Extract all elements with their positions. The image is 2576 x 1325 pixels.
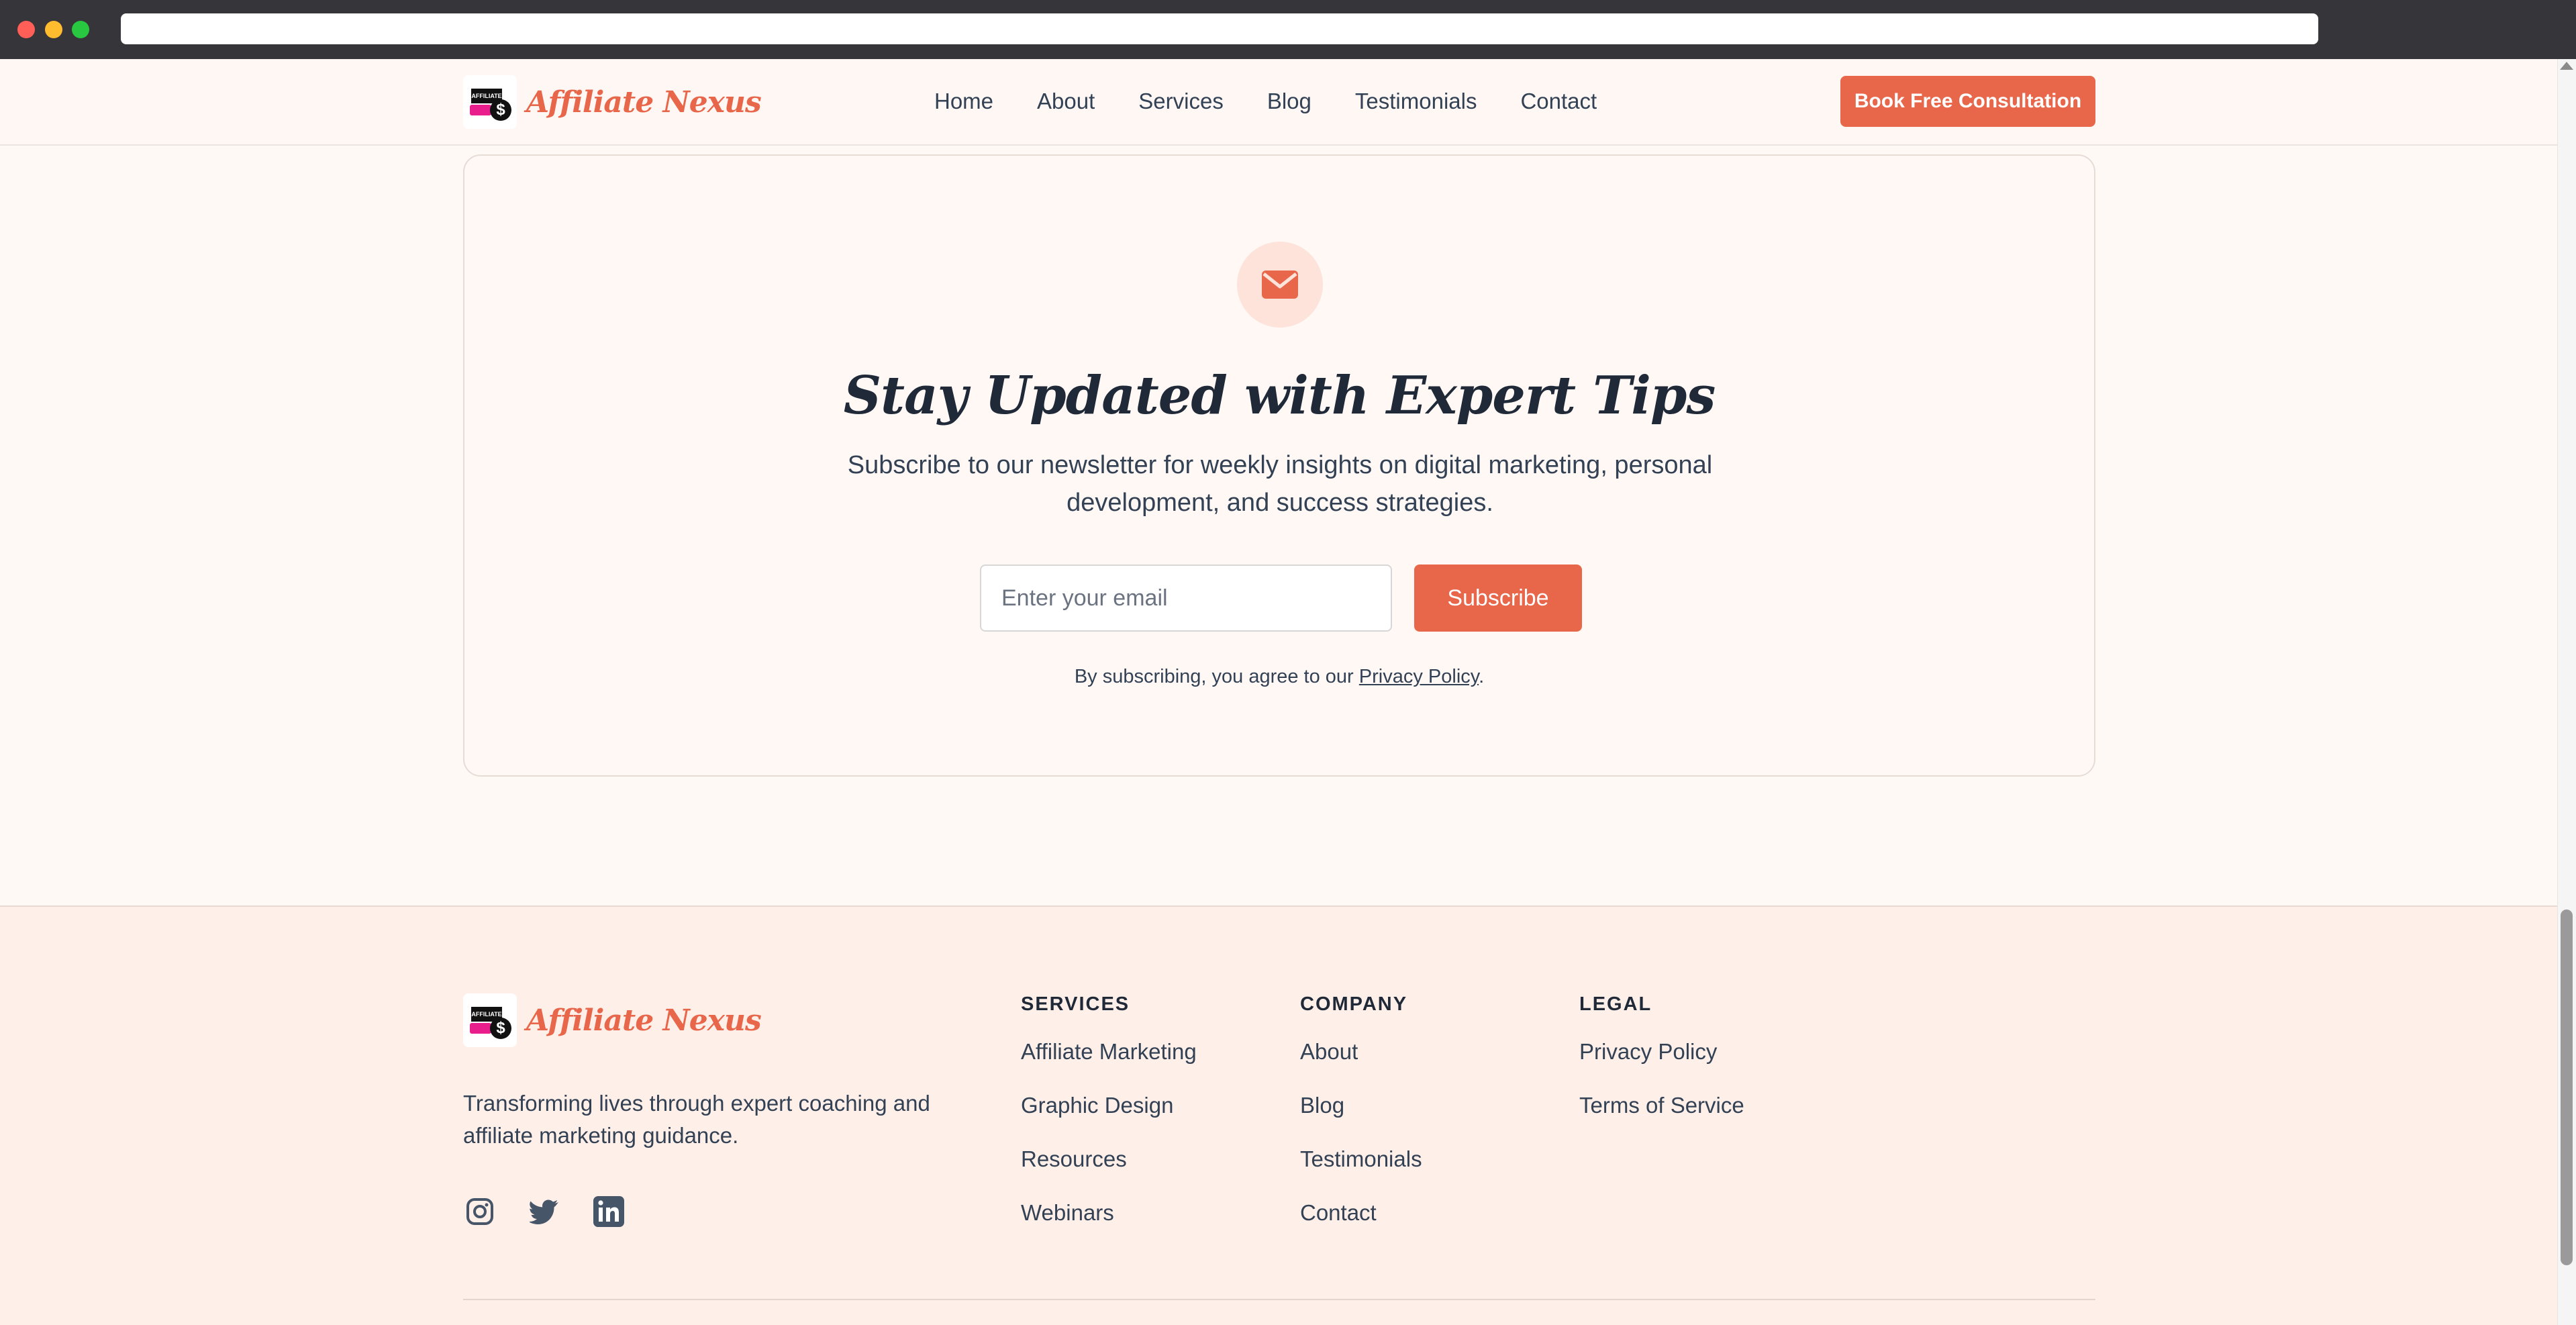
header-brand[interactable]: AFFILIATE $ Affiliate Nexus [463, 75, 762, 129]
footer-link-about[interactable]: About [1300, 1036, 1422, 1089]
footer-link-privacy-policy[interactable]: Privacy Policy [1579, 1036, 1744, 1089]
footer-column-legal: LEGAL Privacy Policy Terms of Service [1579, 993, 1744, 1143]
footer-logo-coin: $ [490, 1018, 511, 1039]
footer-link-graphic-design[interactable]: Graphic Design [1021, 1089, 1197, 1143]
brand-name: Affiliate Nexus [526, 85, 762, 119]
browser-chrome [0, 0, 2576, 59]
maximize-window-button[interactable] [72, 21, 89, 38]
scrollbar-thumb[interactable] [2561, 910, 2573, 1265]
footer-link-terms-of-service[interactable]: Terms of Service [1579, 1089, 1744, 1143]
nav-blog[interactable]: Blog [1267, 89, 1311, 114]
social-links [463, 1195, 626, 1228]
footer-heading-services: SERVICES [1021, 993, 1130, 1015]
footer-link-testimonials[interactable]: Testimonials [1300, 1143, 1422, 1197]
footer-link-affiliate-marketing[interactable]: Affiliate Marketing [1021, 1036, 1197, 1089]
footer-column-company: COMPANY About Blog Testimonials Contact [1300, 993, 1422, 1250]
address-bar[interactable] [121, 13, 2318, 44]
mail-icon [1262, 271, 1298, 299]
mail-icon-badge [1237, 242, 1323, 328]
nav-contact[interactable]: Contact [1520, 89, 1597, 114]
twitter-icon [530, 1199, 558, 1224]
newsletter-card: Stay Updated with Expert Tips Subscribe … [463, 154, 2095, 777]
nav-testimonials[interactable]: Testimonials [1355, 89, 1477, 114]
linkedin-icon [593, 1196, 624, 1227]
newsletter-title: Stay Updated with Expert Tips [843, 365, 1716, 426]
footer-brand-name: Affiliate Nexus [526, 1003, 762, 1038]
logo-coin: $ [490, 99, 511, 121]
footer-description: Transforming lives through expert coachi… [463, 1091, 930, 1148]
footer-link-webinars[interactable]: Webinars [1021, 1197, 1197, 1250]
privacy-policy-link[interactable]: Privacy Policy [1359, 666, 1479, 687]
scroll-up-arrow[interactable] [2560, 62, 2573, 70]
email-input[interactable] [980, 565, 1392, 632]
disclaimer-suffix: . [1479, 666, 1485, 687]
site-footer [0, 905, 2557, 1325]
close-window-button[interactable] [17, 21, 35, 38]
footer-link-contact[interactable]: Contact [1300, 1197, 1422, 1250]
footer-column-services: SERVICES Affiliate Marketing Graphic Des… [1021, 993, 1197, 1250]
footer-logo-pink-tag [470, 1023, 491, 1034]
brand-logo-icon: AFFILIATE $ [463, 75, 517, 129]
subscribe-button[interactable]: Subscribe [1414, 565, 1582, 632]
footer-link-resources[interactable]: Resources [1021, 1143, 1197, 1197]
nav-home[interactable]: Home [934, 89, 993, 114]
disclaimer-text: By subscribing, you agree to our [1074, 666, 1359, 687]
footer-brand[interactable]: AFFILIATE $ Affiliate Nexus [463, 993, 762, 1047]
instagram-icon [466, 1198, 493, 1225]
main-nav: Home About Services Blog Testimonials Co… [934, 89, 1640, 114]
instagram-link[interactable] [463, 1195, 497, 1228]
footer-link-blog[interactable]: Blog [1300, 1089, 1422, 1143]
linkedin-link[interactable] [592, 1195, 626, 1228]
footer-logo-icon: AFFILIATE $ [463, 993, 517, 1047]
logo-pink-tag [470, 105, 491, 115]
nav-services[interactable]: Services [1138, 89, 1224, 114]
footer-heading-company: COMPANY [1300, 993, 1408, 1015]
newsletter-disclaimer: By subscribing, you agree to our Privacy… [464, 666, 2094, 688]
footer-divider [463, 1299, 2095, 1300]
book-consultation-button[interactable]: Book Free Consultation [1840, 76, 2095, 127]
footer-heading-legal: LEGAL [1579, 993, 1652, 1015]
nav-about[interactable]: About [1037, 89, 1095, 114]
twitter-link[interactable] [528, 1195, 561, 1228]
minimize-window-button[interactable] [45, 21, 62, 38]
newsletter-subtitle: Subscribe to our newsletter for weekly i… [847, 451, 1713, 517]
